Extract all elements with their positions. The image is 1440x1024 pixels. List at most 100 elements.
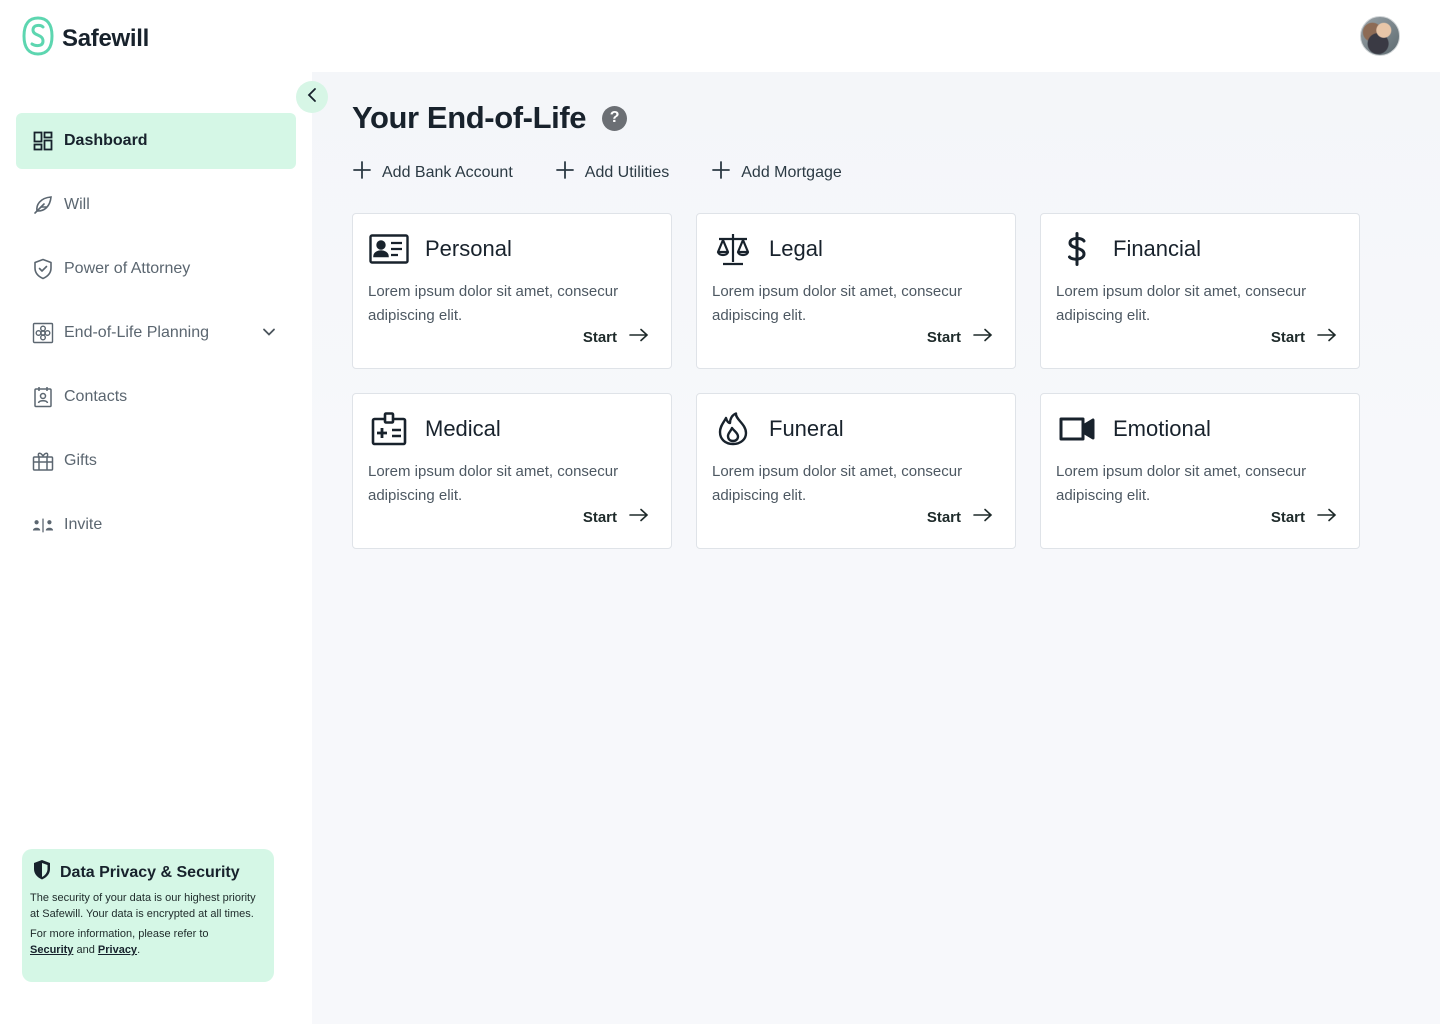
sidebar: Dashboard Will Power of Attorney End-of-…	[0, 72, 312, 1024]
contact-book-icon	[32, 386, 54, 408]
quick-actions: Add Bank Account Add Utilities Add Mortg…	[352, 160, 842, 185]
action-label: Add Bank Account	[382, 163, 513, 181]
card-title: Personal	[425, 236, 512, 261]
flame-icon	[712, 412, 753, 446]
start-button[interactable]: Start	[583, 328, 649, 346]
sidebar-item-end-of-life-planning[interactable]: End-of-Life Planning	[16, 305, 296, 361]
add-utilities-button[interactable]: Add Utilities	[555, 160, 669, 185]
privacy-more-text: For more information, please refer to	[30, 928, 209, 940]
page-title: Your End-of-Life	[352, 100, 587, 135]
arrow-right-icon	[973, 328, 993, 346]
privacy-link[interactable]: Privacy	[98, 944, 137, 956]
card-title: Financial	[1113, 236, 1202, 261]
category-grid: Personal Lorem ipsum dolor sit amet, con…	[352, 213, 1360, 549]
card-description: Lorem ipsum dolor sit amet, consecur adi…	[712, 283, 963, 324]
start-button[interactable]: Start	[583, 508, 649, 526]
start-label: Start	[582, 508, 617, 526]
top-bar: Safewill	[0, 0, 1440, 72]
privacy-and-text: and	[76, 944, 95, 956]
id-card-icon	[368, 232, 409, 266]
card-description: Lorem ipsum dolor sit amet, consecur adi…	[368, 463, 619, 504]
sidebar-item-label: Contacts	[64, 388, 128, 405]
card-financial[interactable]: Financial Lorem ipsum dolor sit amet, co…	[1040, 213, 1360, 369]
plus-icon	[711, 160, 731, 185]
action-label: Add Utilities	[584, 163, 670, 181]
dashboard-icon	[32, 130, 54, 152]
card-title: Emotional	[1113, 416, 1211, 441]
add-mortgage-button[interactable]: Add Mortgage	[711, 160, 842, 185]
card-title: Medical	[425, 416, 501, 441]
start-button[interactable]: Start	[1271, 328, 1337, 346]
card-header: Legal	[712, 232, 1000, 266]
start-button[interactable]: Start	[927, 508, 993, 526]
card-personal[interactable]: Personal Lorem ipsum dolor sit amet, con…	[352, 213, 672, 369]
privacy-suffix: .	[137, 944, 141, 956]
card-legal[interactable]: Legal Lorem ipsum dolor sit amet, consec…	[696, 213, 1016, 369]
security-link[interactable]: Security	[30, 944, 73, 956]
main-content: Your End-of-Life ? Add Bank Account Add …	[312, 72, 1440, 1024]
sidebar-item-gifts[interactable]: Gifts	[16, 433, 296, 489]
card-funeral[interactable]: Funeral Lorem ipsum dolor sit amet, cons…	[696, 393, 1016, 549]
page-header: Your End-of-Life ?	[352, 100, 628, 136]
privacy-body: The security of your data is our highest…	[30, 892, 256, 920]
collapse-sidebar-button[interactable]	[296, 81, 328, 113]
sidebar-nav: Dashboard Will Power of Attorney End-of-…	[16, 113, 296, 561]
start-button[interactable]: Start	[927, 328, 993, 346]
card-description: Lorem ipsum dolor sit amet, consecur adi…	[1056, 283, 1307, 324]
add-bank-account-button[interactable]: Add Bank Account	[352, 160, 513, 185]
sidebar-item-power-of-attorney[interactable]: Power of Attorney	[16, 241, 296, 297]
gift-icon	[32, 450, 54, 472]
card-title: Legal	[769, 236, 823, 261]
flower-icon	[32, 322, 54, 344]
card-medical[interactable]: Medical Lorem ipsum dolor sit amet, cons…	[352, 393, 672, 549]
privacy-more: For more information, please refer to Se…	[30, 926, 266, 958]
sidebar-item-will[interactable]: Will	[16, 177, 296, 233]
card-description: Lorem ipsum dolor sit amet, consecur adi…	[368, 283, 619, 324]
dollar-icon	[1056, 232, 1097, 266]
start-label: Start	[926, 508, 961, 526]
card-header: Funeral	[712, 412, 1000, 446]
card-header: Emotional	[1056, 412, 1344, 446]
arrow-right-icon	[629, 508, 649, 526]
sidebar-item-label: Will	[64, 196, 90, 213]
action-label: Add Mortgage	[741, 163, 842, 181]
sidebar-item-contacts[interactable]: Contacts	[16, 369, 296, 425]
card-emotional[interactable]: Emotional Lorem ipsum dolor sit amet, co…	[1040, 393, 1360, 549]
privacy-title: Data Privacy & Security	[60, 863, 240, 881]
sidebar-item-label: Dashboard	[64, 132, 148, 149]
app-name: Safewill	[62, 24, 149, 52]
privacy-header: Data Privacy & Security	[30, 859, 266, 886]
card-header: Medical	[368, 412, 656, 446]
chevron-down-icon[interactable]	[262, 324, 276, 342]
sidebar-item-label: End-of-Life Planning	[64, 324, 209, 341]
scales-icon	[712, 232, 753, 266]
card-header: Financial	[1056, 232, 1344, 266]
card-description: Lorem ipsum dolor sit amet, consecur adi…	[712, 463, 963, 504]
shield-check-icon	[32, 258, 54, 280]
shield-icon	[32, 859, 52, 886]
card-header: Personal	[368, 232, 656, 266]
invite-users-icon	[32, 514, 54, 536]
start-label: Start	[582, 328, 617, 346]
arrow-right-icon	[1317, 328, 1337, 346]
avatar[interactable]	[1360, 16, 1400, 56]
feather-icon	[32, 194, 54, 216]
start-label: Start	[926, 328, 961, 346]
medical-card-icon	[368, 412, 409, 446]
arrow-right-icon	[629, 328, 649, 346]
privacy-panel: Data Privacy & Security The security of …	[22, 849, 274, 982]
sidebar-item-label: Power of Attorney	[64, 260, 191, 277]
plus-icon	[555, 160, 575, 185]
arrow-right-icon	[973, 508, 993, 526]
help-icon[interactable]: ?	[602, 105, 628, 131]
chevron-left-icon	[306, 87, 318, 108]
logo[interactable]: Safewill	[22, 16, 149, 61]
start-label: Start	[1270, 328, 1305, 346]
safewill-logo-icon	[22, 16, 54, 61]
sidebar-item-label: Gifts	[64, 452, 97, 469]
card-description: Lorem ipsum dolor sit amet, consecur adi…	[1056, 463, 1307, 504]
start-button[interactable]: Start	[1271, 508, 1337, 526]
sidebar-item-dashboard[interactable]: Dashboard	[16, 113, 296, 169]
sidebar-item-label: Invite	[64, 516, 103, 533]
sidebar-item-invite[interactable]: Invite	[16, 497, 296, 553]
